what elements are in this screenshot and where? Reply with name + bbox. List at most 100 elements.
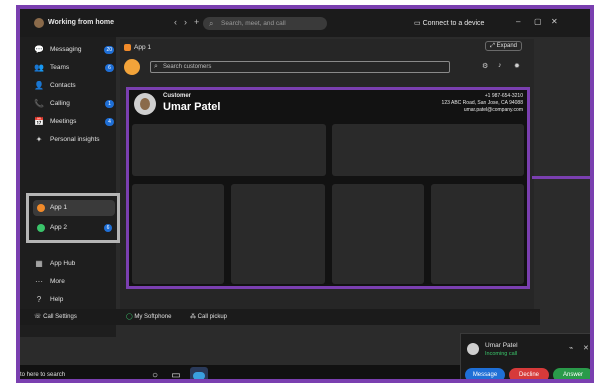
settings-icon[interactable]: ⚙	[482, 62, 488, 70]
call-settings-label: Call Settings	[43, 314, 77, 320]
app-2-icon	[37, 224, 45, 232]
customer-avatar	[134, 93, 156, 115]
app-panel: App 1 ⤢ Expand ⌕ Search customers ⚙ ♪ ✹ …	[120, 39, 534, 309]
start-circle-icon[interactable]: ○	[148, 369, 162, 379]
content-tile	[332, 124, 524, 176]
call-pickup-icon: ⁂	[190, 314, 198, 320]
sidebar-item-calling[interactable]: 📞 Calling 1	[34, 97, 114, 111]
call-settings-icon: ☏	[34, 314, 44, 320]
sidebar-item-more[interactable]: ··· More	[34, 275, 114, 289]
unread-badge: 4	[105, 118, 114, 126]
call-status: Incoming call	[485, 351, 518, 357]
more-icon: ···	[35, 277, 43, 286]
decline-button[interactable]: Decline	[509, 368, 549, 379]
call-pickup-button[interactable]: ⁂ Call pickup	[190, 309, 227, 325]
content-tile	[132, 124, 326, 176]
content-tile	[332, 184, 424, 284]
content-tile	[132, 184, 224, 284]
gear-icon[interactable]: ✹	[514, 62, 520, 70]
search-icon: ⌕	[154, 63, 158, 70]
app-hub-icon: ▦	[35, 259, 43, 268]
contacts-icon: 👤	[34, 81, 44, 90]
embedded-apps-group: App 1 App 2 6	[26, 193, 120, 243]
forward-icon[interactable]: ›	[184, 17, 187, 27]
sidebar-item-label: Personal insights	[50, 136, 100, 143]
unread-badge: 20	[104, 46, 114, 54]
unread-badge: 6	[105, 64, 114, 72]
webex-logo-icon	[193, 372, 205, 379]
close-icon[interactable]: ✕	[583, 344, 589, 352]
expand-label: Expand	[496, 43, 517, 49]
sidebar-item-teams[interactable]: 👥 Teams 6	[34, 61, 114, 75]
customer-address: 123 ABC Road, San Jose, CA 94088	[441, 100, 523, 106]
caller-name: Umar Patel	[485, 342, 518, 349]
expand-button[interactable]: ⤢ Expand	[485, 41, 522, 51]
calendar-icon: 📅	[34, 117, 44, 126]
back-icon[interactable]: ‹	[174, 17, 177, 27]
sidebar-item-label: Messaging	[50, 46, 82, 53]
softphone-button[interactable]: ◯ My Softphone	[126, 309, 171, 325]
call-settings-button[interactable]: ☏ Call Settings	[34, 309, 77, 325]
content-tile	[231, 184, 325, 284]
sidebar-item-contacts[interactable]: 👤 Contacts	[34, 79, 114, 93]
sidebar-item-label: Help	[50, 296, 64, 303]
customer-email[interactable]: umar.patel@company.com	[464, 107, 523, 113]
app-logo-icon	[124, 59, 140, 75]
app-tab[interactable]: App 1	[124, 41, 151, 55]
incoming-call-toast: Umar Patel Incoming call ⌁ ✕ Message Dec…	[460, 333, 590, 379]
connect-label: Connect to a device	[422, 20, 485, 27]
sidebar-item-help[interactable]: ? Help	[34, 293, 114, 307]
customer-header: Customer Umar Patel +1 987-654-3210 123 …	[129, 90, 527, 120]
task-view-icon[interactable]: ▭	[169, 369, 183, 379]
user-status[interactable]: Working from home	[48, 19, 114, 26]
customer-phone[interactable]: +1 987-654-3210	[485, 93, 523, 99]
maximize-button[interactable]: ▢	[534, 17, 542, 26]
sidebar-item-label: App 1	[50, 204, 67, 211]
connect-device-button[interactable]: ▭ Connect to a device	[414, 19, 484, 27]
sidebar-item-messaging[interactable]: 💬 Messaging 20	[34, 43, 114, 57]
sidebar-item-app-hub[interactable]: ▦ App Hub	[34, 257, 114, 271]
close-button[interactable]: ✕	[551, 17, 558, 26]
user-avatar[interactable]	[34, 18, 44, 28]
sidebar: 💬 Messaging 20 👥 Teams 6 👤 Contacts 📞 Ca…	[20, 37, 116, 337]
customer-search-input[interactable]: ⌕ Search customers	[150, 61, 450, 73]
sidebar-item-app-2[interactable]: App 2 6	[33, 220, 115, 236]
customer-search-placeholder: Search customers	[163, 64, 212, 70]
sidebar-item-app-1[interactable]: App 1	[33, 200, 115, 216]
customer-name: Umar Patel	[163, 101, 221, 113]
app-1-icon	[124, 43, 131, 51]
unread-badge: 6	[104, 224, 112, 232]
minimize-button[interactable]: –	[516, 17, 520, 26]
webex-taskbar-icon[interactable]	[190, 367, 208, 379]
phone-icon: 📞	[34, 99, 44, 108]
call-pickup-label: Call pickup	[197, 314, 228, 320]
customer-panel: Customer Umar Patel +1 987-654-3210 123 …	[126, 87, 530, 289]
app-toolbar: ⌕ Search customers ⚙ ♪ ✹	[120, 59, 534, 79]
mute-icon[interactable]: ⌁	[569, 344, 573, 352]
content-tile	[431, 184, 524, 284]
sidebar-item-label: Meetings	[50, 118, 77, 125]
global-search-placeholder: Search, meet, and call	[221, 20, 286, 27]
screen-icon: ▭	[414, 20, 423, 27]
message-button[interactable]: Message	[465, 368, 505, 379]
sidebar-item-label: More	[50, 278, 65, 285]
title-bar: Working from home ‹ › + ⌕ Search, meet, …	[20, 9, 590, 37]
sidebar-item-label: App Hub	[50, 260, 76, 267]
caller-avatar	[467, 343, 479, 355]
app-header: App 1 ⤢ Expand	[120, 39, 534, 53]
answer-button[interactable]: Answer	[553, 368, 590, 379]
app-1-icon	[37, 204, 45, 212]
help-icon: ?	[36, 295, 42, 304]
call-bar: ☏ Call Settings ◯ My Softphone ⁂ Call pi…	[20, 309, 540, 325]
softphone-label: My Softphone	[134, 314, 172, 320]
global-search-input[interactable]: ⌕ Search, meet, and call	[203, 17, 327, 30]
sidebar-item-personal-insights[interactable]: ✦ Personal insights	[34, 133, 114, 147]
sidebar-item-label: App 2	[50, 224, 67, 231]
taskbar-search[interactable]: to here to search	[20, 372, 65, 378]
add-icon[interactable]: +	[194, 17, 199, 27]
sidebar-item-meetings[interactable]: 📅 Meetings 4	[34, 115, 114, 129]
bell-icon[interactable]: ♪	[498, 62, 502, 69]
customer-face	[140, 98, 150, 110]
teams-icon: 👥	[34, 63, 44, 72]
messaging-icon: 💬	[34, 45, 44, 54]
